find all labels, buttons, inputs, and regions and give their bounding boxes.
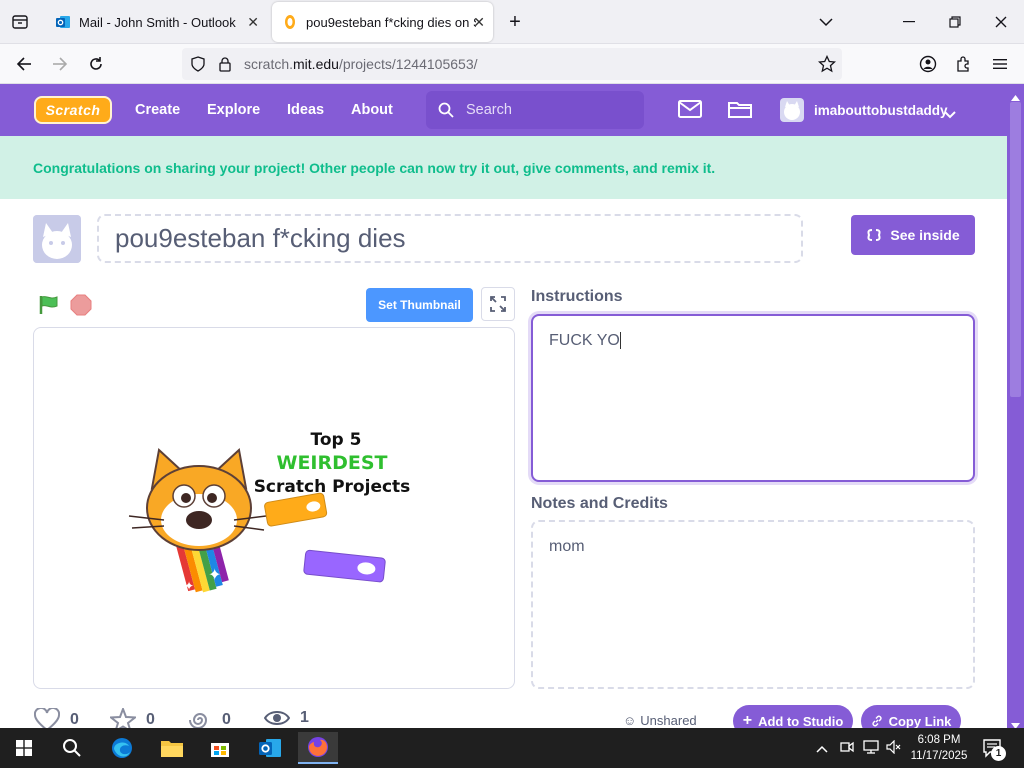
my-stuff-folder-icon[interactable]: [728, 99, 752, 124]
stop-icon[interactable]: [70, 294, 92, 321]
username[interactable]: imabouttobustdaddy: [814, 84, 948, 136]
bookmark-star-icon[interactable]: [818, 55, 836, 73]
svg-text:Scratch Projects: Scratch Projects: [254, 477, 411, 497]
system-clock[interactable]: 6:08 PM 11/17/2025: [906, 732, 972, 764]
unshared-icon: ☺: [623, 713, 637, 728]
text-cursor: [619, 332, 621, 350]
meet-now-icon[interactable]: [840, 740, 854, 759]
browser-tab-bar: Mail - John Smith - Outlook ✕ pou9esteba…: [0, 0, 1024, 44]
scratch-header: Scratch Create Explore Ideas About Searc…: [0, 84, 1007, 136]
extensions-icon[interactable]: [952, 52, 976, 76]
project-title-input[interactable]: pou9esteban f*cking dies: [97, 214, 803, 263]
tab-scratch-project[interactable]: pou9esteban f*cking dies on Sc ✕: [272, 2, 493, 42]
set-thumbnail-button[interactable]: Set Thumbnail: [366, 288, 473, 322]
fullscreen-icon: [490, 296, 506, 312]
scrollbar-thumb[interactable]: [1010, 102, 1021, 397]
close-tab-icon[interactable]: ✕: [247, 14, 259, 31]
svg-text:✦: ✦: [208, 565, 221, 584]
firefox-icon[interactable]: [298, 732, 338, 764]
reload-icon[interactable]: [84, 52, 108, 76]
project-thumbnail-image: ✦ ✦ Top 5 WEIRDEST Scratch Projects: [128, 430, 411, 593]
minimize-icon[interactable]: [897, 10, 921, 34]
notification-badge: 1: [991, 746, 1006, 761]
link-icon: [871, 715, 882, 727]
scratch-favicon-icon: [282, 14, 298, 30]
share-success-banner: Congratulations on sharing your project!…: [0, 136, 1007, 199]
nav-create[interactable]: Create: [135, 84, 180, 136]
microsoft-store-icon[interactable]: [200, 732, 240, 764]
chevron-down-icon[interactable]: [944, 106, 956, 124]
browser-toolbar: scratch.mit.edu/projects/1244105653/: [0, 44, 1024, 84]
show-hidden-icons[interactable]: [816, 740, 828, 758]
instructions-textarea[interactable]: FUCK YO: [531, 314, 975, 482]
outlook-icon: [55, 14, 71, 30]
maximize-icon[interactable]: [943, 10, 967, 34]
back-icon[interactable]: [12, 52, 36, 76]
edge-icon[interactable]: [102, 732, 142, 764]
close-window-icon[interactable]: [989, 10, 1013, 34]
tab-outlook-mail[interactable]: Mail - John Smith - Outlook ✕: [45, 2, 267, 42]
search-input[interactable]: Search: [426, 91, 644, 129]
tracking-protection-icon[interactable]: [190, 56, 206, 72]
svg-text:✦: ✦: [184, 579, 194, 593]
banner-text: Congratulations on sharing your project!…: [33, 159, 716, 176]
scratch-logo[interactable]: Scratch: [34, 96, 112, 124]
see-inside-icon: [867, 229, 881, 241]
search-icon: [438, 102, 454, 118]
new-tab-icon[interactable]: +: [503, 10, 527, 34]
tab-title: pou9esteban f*cking dies on Sc: [306, 14, 476, 30]
tab-overview-icon[interactable]: [8, 10, 32, 34]
menu-icon[interactable]: [988, 52, 1012, 76]
shared-status: ☺ Unshared: [623, 713, 697, 728]
fullscreen-button[interactable]: [481, 287, 515, 321]
page-scrollbar[interactable]: [1007, 84, 1024, 729]
account-icon[interactable]: [916, 52, 940, 76]
outlook-taskbar-icon[interactable]: [250, 732, 290, 764]
see-inside-button[interactable]: See inside: [851, 215, 975, 255]
svg-text:Top 5: Top 5: [311, 430, 362, 450]
forward-icon[interactable]: [48, 52, 72, 76]
taskbar-search-icon[interactable]: [52, 732, 92, 764]
volume-muted-icon[interactable]: [886, 739, 902, 759]
nav-about[interactable]: About: [351, 84, 393, 136]
list-all-tabs-icon[interactable]: [814, 10, 838, 34]
network-icon[interactable]: [863, 740, 879, 759]
file-explorer-icon[interactable]: [152, 732, 192, 764]
lock-icon[interactable]: [218, 56, 232, 72]
address-bar[interactable]: scratch.mit.edu/projects/1244105653/: [182, 48, 842, 80]
notes-and-credits-textarea[interactable]: mom: [531, 520, 975, 689]
views-stat: 1: [264, 708, 309, 728]
instructions-label: Instructions: [531, 288, 623, 305]
eye-icon: [264, 711, 290, 725]
project-title: pou9esteban f*cking dies: [115, 223, 406, 253]
project-stage[interactable]: ✦ ✦ Top 5 WEIRDEST Scratch Projects: [33, 327, 515, 689]
tab-title: Mail - John Smith - Outlook: [79, 14, 236, 30]
project-author-avatar[interactable]: [33, 215, 81, 263]
close-tab-icon[interactable]: ✕: [473, 14, 485, 31]
notes-and-credits-label: Notes and Credits: [531, 495, 668, 512]
windows-taskbar: 6:08 PM 11/17/2025 1: [0, 728, 1024, 768]
windows-start-icon[interactable]: [4, 732, 44, 764]
messages-icon[interactable]: [678, 99, 702, 124]
nav-ideas[interactable]: Ideas: [287, 84, 324, 136]
url-text: scratch.mit.edu/projects/1244105653/: [244, 56, 478, 72]
green-flag-icon[interactable]: [38, 294, 60, 321]
nav-explore[interactable]: Explore: [207, 84, 260, 136]
avatar[interactable]: [780, 98, 804, 122]
svg-text:WEIRDEST: WEIRDEST: [276, 452, 387, 474]
